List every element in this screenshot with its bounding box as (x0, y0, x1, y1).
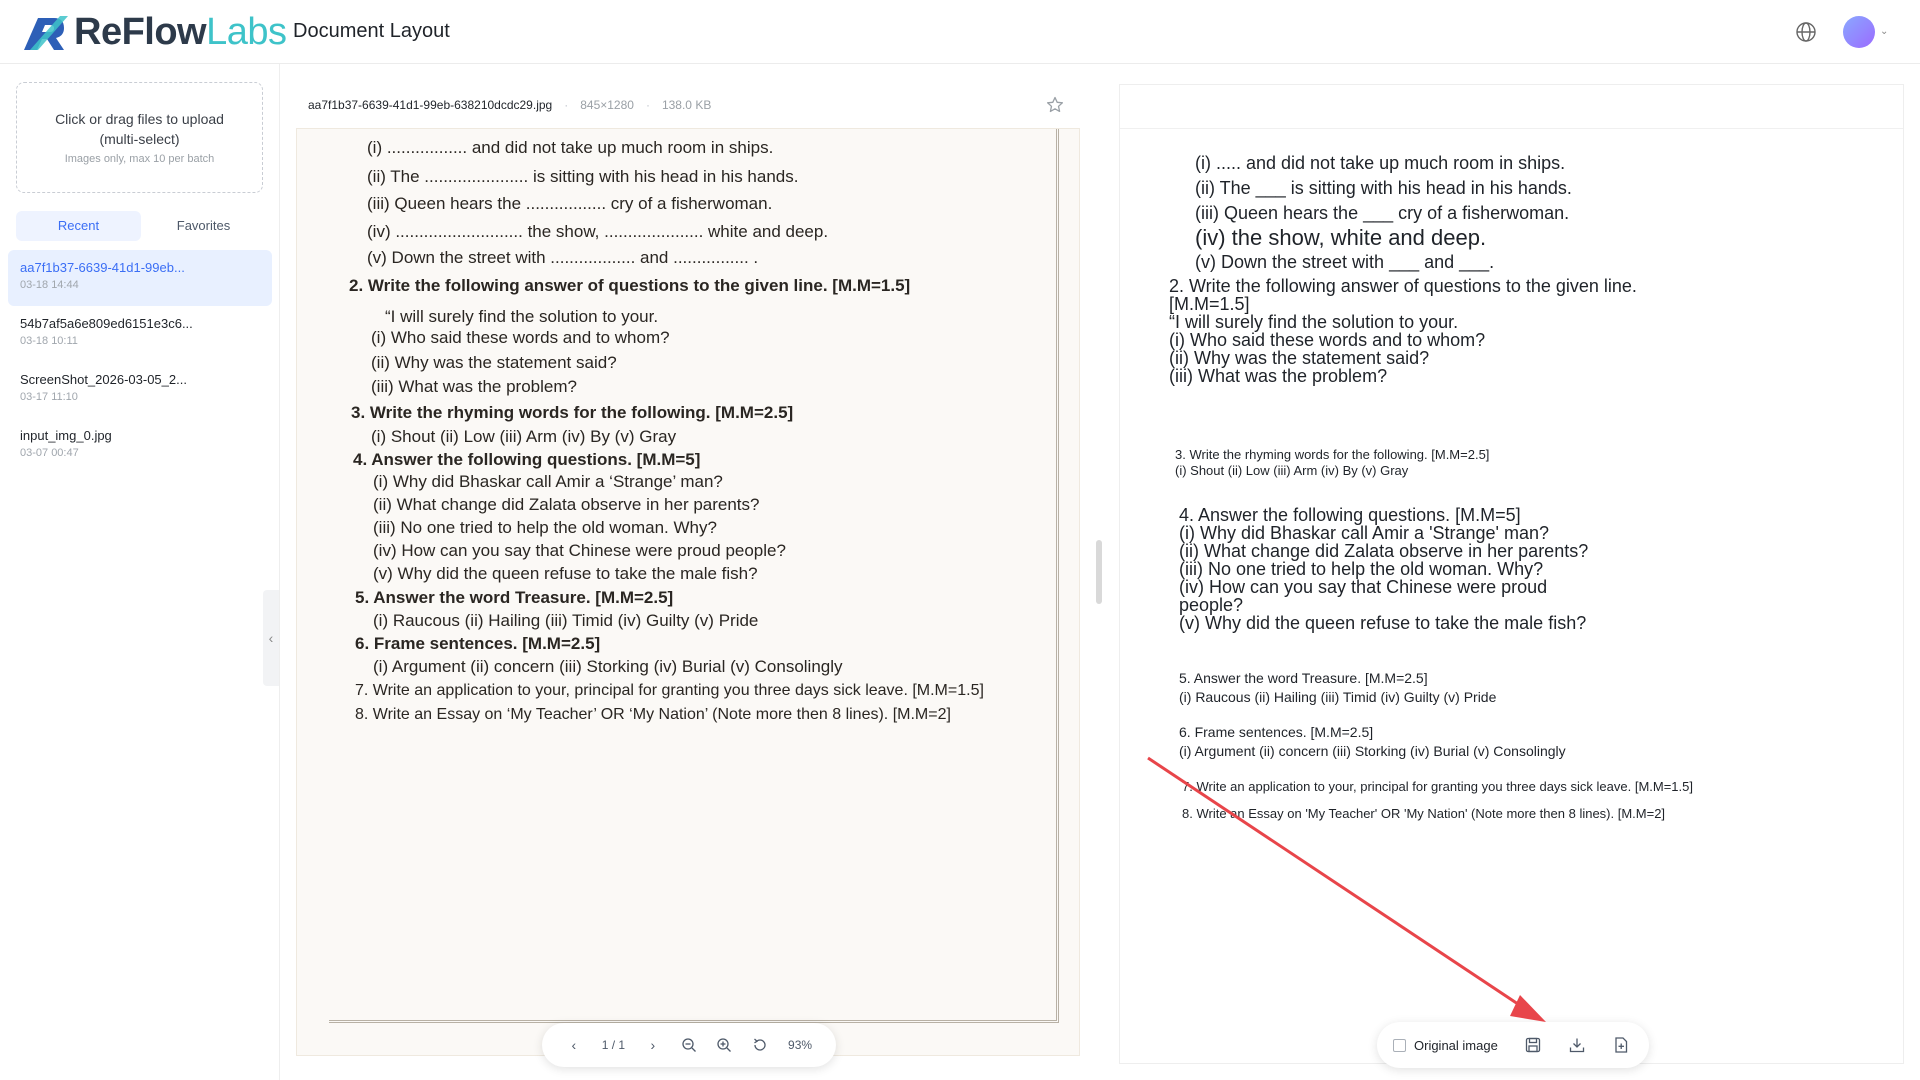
original-image-checkbox[interactable] (1393, 1038, 1406, 1052)
document-image-line: (iii) Queen hears the ................. … (367, 194, 773, 213)
document-image-line: 8. Write an Essay on ‘My Teacher’ OR ‘My… (355, 706, 951, 723)
file-list-item[interactable]: ScreenShot_2026-03-05_2... 03-17 11:10 (8, 362, 272, 418)
document-image-line: (i) Raucous (ii) Hailing (iii) Timid (iv… (373, 611, 759, 630)
document-image-line: (i) Why did Bhaskar call Amir a ‘Strange… (373, 472, 723, 491)
result-line: (i) Shout (ii) Low (iii) Arm (iv) By (v)… (1175, 463, 1409, 478)
result-line: 7. Write an application to your, princip… (1182, 779, 1693, 794)
file-time: 03-18 10:11 (20, 335, 78, 347)
document-image-line: 2. Write the following answer of questio… (349, 276, 911, 295)
viewer-toolbar: aa7f1b37-6639-41d1-99eb-638210dcdc29.jpg… (296, 84, 1080, 126)
document-image-line: (v) Why did the queen refuse to take the… (373, 564, 758, 583)
original-image-label: Original image (1414, 1037, 1498, 1053)
file-name: aa7f1b37-6639-41d1-99eb... (20, 260, 185, 275)
file-list: aa7f1b37-6639-41d1-99eb... 03-18 14:44 5… (8, 250, 272, 474)
result-line: (iv) the show, white and deep. (1195, 225, 1487, 250)
document-image-line: (i) Argument (ii) concern (iii) Storking… (373, 657, 843, 676)
user-avatar[interactable] (1843, 16, 1875, 48)
brand-name: ReFlowLabs (74, 11, 287, 54)
next-page-icon[interactable]: › (645, 1037, 661, 1053)
upload-dropzone[interactable]: Click or drag files to upload (multi-sel… (16, 82, 263, 193)
result-line: (v) Down the street with ___ and ___. (1195, 252, 1495, 272)
rotate-icon[interactable] (752, 1037, 768, 1053)
logo-mark-icon (24, 16, 68, 50)
document-image-line: (iv) ........................... the sho… (367, 222, 829, 241)
file-name: 54b7af5a6e809ed6151e3c6... (20, 316, 193, 331)
file-time: 03-18 14:44 (20, 279, 79, 291)
document-image-line: 5. Answer the word Treasure. [M.M=2.5] (355, 588, 674, 607)
document-image-line: 4. Answer the following questions. [M.M=… (353, 450, 701, 469)
viewer-pager: ‹ 1 / 1 › 93% (542, 1023, 836, 1067)
result-line: 5. Answer the word Treasure. [M.M=2.5] (1179, 670, 1428, 686)
image-viewer: aa7f1b37-6639-41d1-99eb-638210dcdc29.jpg… (296, 84, 1080, 1067)
image-dimensions: 845×1280 (580, 98, 634, 112)
result-line: (ii) The ___ is sitting with his head in… (1195, 178, 1572, 198)
result-header (1120, 85, 1903, 129)
history-tabs: Recent Favorites (16, 211, 266, 241)
file-time: 03-17 11:10 (20, 391, 78, 403)
file-time: 03-07 00:47 (20, 447, 79, 459)
result-action-bar: Original image (1377, 1022, 1649, 1068)
result-line: 8. Write an Essay on 'My Teacher' OR 'My… (1182, 806, 1666, 821)
panel-splitter[interactable] (1096, 540, 1102, 604)
document-image-line: (i) Who said these words and to whom? (371, 328, 670, 347)
document-image-line: (iv) How can you say that Chinese were p… (373, 541, 786, 560)
result-line: (i) ..... and did not take up much room … (1195, 153, 1566, 173)
page-indicator: 1 / 1 (601, 1038, 626, 1052)
document-image-line: (i) ................. and did not take u… (367, 138, 774, 157)
document-image-line: (ii) The ...................... is sitti… (367, 167, 799, 186)
sidebar: Click or drag files to upload (multi-sel… (0, 64, 280, 1080)
file-size: 138.0 KB (661, 98, 712, 112)
result-line: 3. Write the rhyming words for the follo… (1175, 447, 1490, 462)
page-title: Document Layout (293, 20, 450, 42)
reflowlabs-logo[interactable]: ReFlowLabs (20, 10, 287, 54)
download-icon[interactable] (1568, 1036, 1586, 1054)
prev-page-icon[interactable]: ‹ (566, 1037, 582, 1053)
save-icon[interactable] (1524, 1036, 1542, 1054)
language-globe-icon[interactable] (1795, 21, 1817, 43)
file-name: input_img_0.jpg (20, 428, 112, 443)
result-line: (iii) What was the problem? (1169, 366, 1388, 386)
result-line: (v) Why did the queen refuse to take the… (1179, 613, 1587, 633)
zoom-in-icon[interactable] (716, 1037, 732, 1053)
result-line: (i) Raucous (ii) Hailing (iii) Timid (iv… (1179, 689, 1497, 705)
brand-re: ReFlow (74, 10, 207, 53)
favorite-star-icon[interactable] (1046, 96, 1064, 114)
separator-dot: · (564, 98, 569, 112)
upload-sub-text: Images only, max 10 per batch (64, 153, 215, 165)
result-line: 6. Frame sentences. [M.M=2.5] (1179, 724, 1374, 740)
chevron-down-icon[interactable]: ⌄ (1880, 26, 1888, 37)
file-list-item[interactable]: 54b7af5a6e809ed6151e3c6... 03-18 10:11 (8, 306, 272, 362)
document-image-line: (iii) No one tried to help the old woman… (373, 518, 717, 537)
tab-recent[interactable]: Recent (16, 211, 141, 241)
viewer-file-name: aa7f1b37-6639-41d1-99eb-638210dcdc29.jpg (308, 98, 553, 112)
separator-dot: · (645, 98, 650, 112)
app-header: ReFlowLabs Document Layout ⌄ (0, 0, 1920, 64)
document-image-line: 3. Write the rhyming words for the follo… (351, 403, 794, 422)
document-image-line: 7. Write an application to your, princip… (355, 682, 984, 699)
upload-main-text: Click or drag files to upload (multi-sel… (55, 111, 224, 147)
document-image-line: 6. Frame sentences. [M.M=2.5] (355, 634, 601, 653)
document-image-line: (ii) Why was the statement said? (371, 353, 617, 372)
document-image-line: (i) Shout (ii) Low (iii) Arm (iv) By (v)… (371, 427, 677, 446)
zoom-level: 93% (788, 1038, 813, 1052)
zoom-out-icon[interactable] (681, 1037, 697, 1053)
file-list-item[interactable]: aa7f1b37-6639-41d1-99eb... 03-18 14:44 (8, 250, 272, 306)
document-image-line: “I will surely find the solution to your… (385, 307, 659, 326)
tab-favorites[interactable]: Favorites (141, 211, 266, 241)
result-panel: (i) ..... and did not take up much room … (1119, 84, 1904, 1064)
document-image-line: (iii) What was the problem? (371, 377, 577, 396)
export-file-icon[interactable] (1612, 1036, 1630, 1054)
file-list-item[interactable]: input_img_0.jpg 03-07 00:47 (8, 418, 272, 474)
document-image-line: (v) Down the street with ...............… (367, 248, 759, 267)
file-name: ScreenShot_2026-03-05_2... (20, 372, 187, 387)
result-line: (iii) Queen hears the ___ cry of a fishe… (1195, 203, 1570, 223)
result-line: (i) Argument (ii) concern (iii) Storking… (1179, 743, 1566, 759)
document-image: (i) ................. and did not take u… (296, 128, 1080, 1056)
brand-labs: Labs (206, 10, 287, 53)
sidebar-collapse-handle[interactable]: ‹ (263, 590, 279, 686)
document-image-line: (ii) What change did Zalata observe in h… (373, 495, 760, 514)
